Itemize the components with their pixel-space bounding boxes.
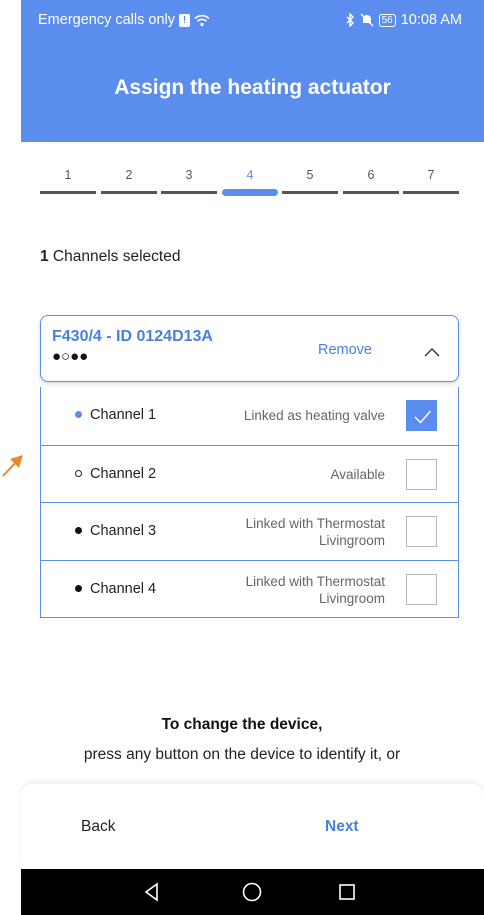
back-button[interactable]: Back — [81, 818, 115, 836]
channel-status-line: Livingroom — [318, 590, 385, 606]
device-card[interactable]: F430/4 - ID 0124D13A ●○●● Remove — [40, 315, 459, 382]
step-number: 3 — [185, 168, 193, 182]
step-number: 7 — [427, 168, 435, 182]
app-header: Emergency calls only ! 56 10:08 AM Assig… — [21, 0, 484, 142]
step-bar — [40, 191, 96, 194]
step-progress: 1 2 3 4 5 6 7 — [40, 168, 460, 202]
channel-status-dots: ●○●● — [52, 348, 89, 365]
step-5: 5 — [282, 168, 338, 202]
channel-list: Channel 1 Linked as heating valve Channe… — [40, 387, 459, 618]
step-number: 1 — [64, 168, 72, 182]
channels-selected-summary: 1 Channels selected — [40, 248, 180, 266]
step-bar — [161, 191, 217, 194]
status-time: 10:08 AM — [400, 12, 462, 28]
channel-status: Linked with Thermostat Livingroom — [246, 573, 385, 607]
remove-button[interactable]: Remove — [318, 342, 372, 358]
step-4-active: 4 — [222, 168, 278, 202]
step-7: 7 — [403, 168, 459, 202]
step-number: 4 — [246, 168, 254, 182]
step-bar — [282, 191, 338, 194]
channel-row-3[interactable]: Channel 3 Linked with Thermostat Livingr… — [41, 502, 458, 560]
step-2: 2 — [101, 168, 157, 202]
step-bar — [403, 191, 459, 194]
bottom-action-bar: Back Next — [21, 784, 484, 869]
linked-other-dot-icon — [75, 584, 82, 592]
status-left: Emergency calls only ! — [38, 12, 210, 28]
carrier-status: Emergency calls only — [38, 12, 175, 28]
step-bar-active — [222, 189, 278, 196]
channel-status-line: Linked with Thermostat — [245, 516, 385, 531]
chevron-up-icon[interactable] — [424, 344, 440, 360]
channel-status-line: Linked with Thermostat — [245, 573, 385, 589]
channel-status: Linked as heating valve — [243, 408, 385, 423]
available-dot-icon — [75, 469, 82, 477]
circle-home-icon[interactable] — [241, 881, 263, 903]
next-button[interactable]: Next — [325, 818, 359, 836]
channel-4-checkbox[interactable] — [406, 573, 437, 605]
channel-row-1[interactable]: Channel 1 Linked as heating valve — [41, 387, 458, 445]
channel-status: Available — [330, 466, 385, 482]
square-recents-icon[interactable] — [336, 881, 358, 903]
selected-count: 1 — [40, 248, 49, 265]
channel-status-line: Livingroom — [318, 533, 385, 548]
page-title: Assign the heating actuator — [114, 76, 391, 99]
bluetooth-icon — [346, 13, 354, 27]
channel-row-2[interactable]: Channel 2 Available — [41, 444, 458, 503]
status-bar: Emergency calls only ! 56 10:08 AM — [21, 0, 484, 40]
triangle-back-icon[interactable] — [141, 881, 163, 903]
annotation-arrow-icon — [2, 455, 23, 477]
selected-label: Channels selected — [48, 248, 181, 265]
channel-2-checkbox[interactable] — [406, 458, 437, 490]
channel-row-4[interactable]: Channel 4 Linked with Thermostat Livingr… — [41, 559, 458, 618]
channel-3-checkbox[interactable] — [406, 516, 437, 547]
step-1: 1 — [40, 168, 96, 202]
step-bar — [101, 191, 157, 194]
channel-label: Channel 3 — [90, 523, 157, 539]
device-name: F430/4 - ID 0124D13A — [52, 328, 213, 345]
channel-status: Linked with Thermostat Livingroom — [246, 515, 385, 549]
step-number: 5 — [306, 168, 314, 182]
status-right: 56 10:08 AM — [345, 12, 462, 28]
channel-label: Channel 2 — [90, 465, 157, 482]
linked-dot-icon — [75, 411, 82, 418]
instruction-title: To change the device, — [161, 716, 323, 733]
step-number: 6 — [367, 168, 375, 182]
checkmark-icon — [414, 410, 432, 424]
step-6: 6 — [343, 168, 399, 202]
channel-label: Channel 1 — [90, 407, 157, 423]
instruction-text: press any button on the device to identi… — [83, 746, 401, 763]
step-bar — [343, 191, 399, 194]
system-nav-bar — [21, 869, 484, 915]
linked-other-dot-icon — [75, 527, 82, 534]
mute-icon — [360, 13, 374, 27]
step-3: 3 — [161, 168, 217, 202]
battery-indicator: 56 — [378, 13, 396, 27]
sim-warning-icon: ! — [179, 13, 190, 27]
channel-label: Channel 4 — [90, 580, 157, 597]
channel-1-checkbox[interactable] — [406, 400, 437, 431]
step-number: 2 — [125, 168, 133, 182]
wifi-icon — [194, 14, 210, 26]
